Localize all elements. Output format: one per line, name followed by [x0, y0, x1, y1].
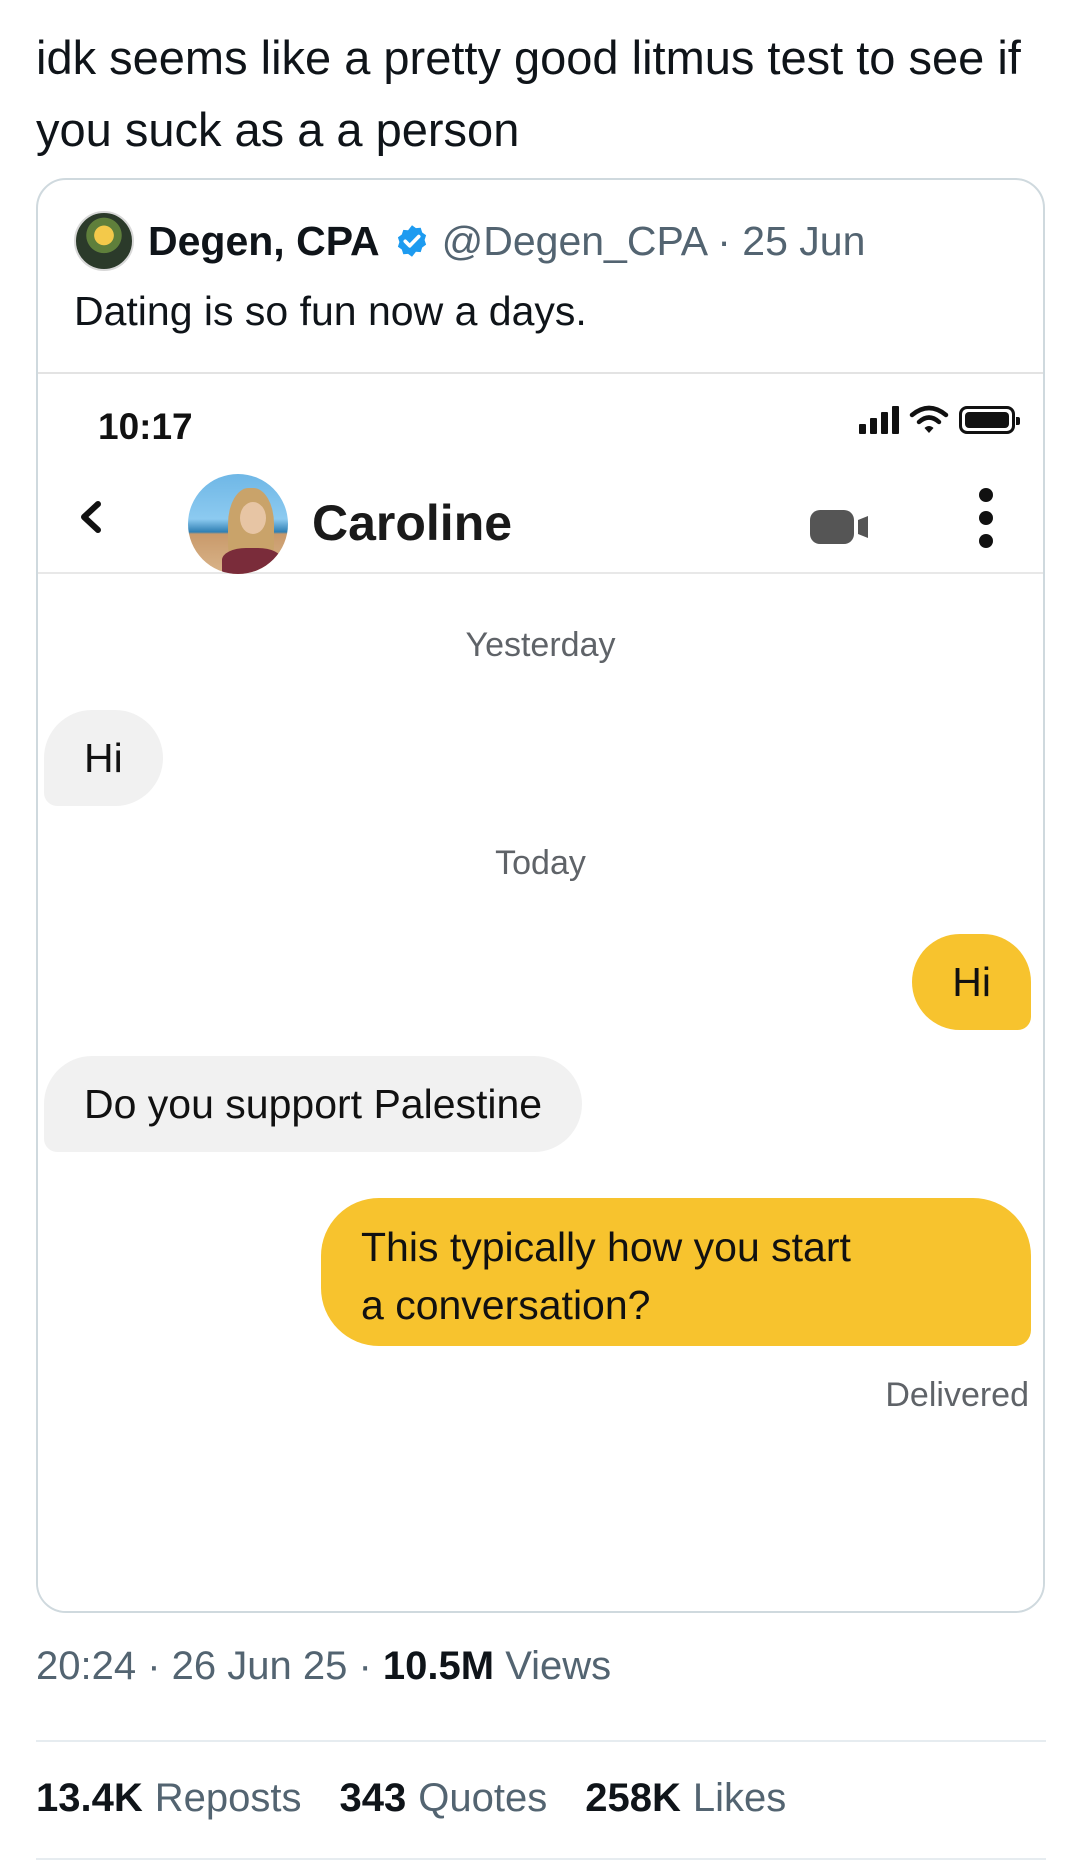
- quoted-tweet-header: Degen, CPA @Degen_CPA · 25 Jun: [74, 210, 865, 272]
- video-call-icon[interactable]: [808, 504, 872, 548]
- likes-count: 258K: [585, 1776, 681, 1820]
- status-bar-time: 10:17: [98, 406, 193, 447]
- battery-icon: [959, 406, 1020, 434]
- tweet-text: idk seems like a pretty good litmus test…: [36, 31, 1021, 156]
- status-bar-icons: [859, 404, 1020, 434]
- quoted-author-name[interactable]: Degen, CPA: [148, 218, 380, 265]
- verified-badge-icon: [397, 225, 426, 257]
- date-separator: Yesterday: [465, 626, 616, 664]
- tweet-meta: 20:24 · 26 Jun 25 · 10.5M Views: [36, 1644, 611, 1689]
- sent-message[interactable]: This typically how you start a conversat…: [321, 1198, 1031, 1346]
- quoted-author-handle-date[interactable]: @Degen_CPA · 25 Jun: [442, 218, 866, 265]
- quoted-tweet-text: Dating is so fun now a days.: [74, 288, 587, 334]
- reposts-label: Reposts: [154, 1776, 302, 1820]
- contact-avatar[interactable]: [188, 474, 288, 574]
- received-message[interactable]: Do you support Palestine: [44, 1056, 583, 1152]
- delivery-status: Delivered: [885, 1376, 1029, 1414]
- contact-name[interactable]: Caroline: [312, 494, 512, 552]
- quoted-tweet-card[interactable]: Degen, CPA @Degen_CPA · 25 Jun Dating is…: [36, 178, 1045, 1613]
- divider: [36, 1740, 1046, 1742]
- date-separator: Today: [495, 844, 586, 882]
- more-vertical-icon[interactable]: [976, 488, 996, 552]
- sent-message[interactable]: Hi: [912, 934, 1031, 1030]
- chat-screenshot-image[interactable]: 10:17 Caroline Yesterday Hi Today Hi Do …: [38, 372, 1043, 1611]
- reposts-stat[interactable]: 13.4K Reposts: [36, 1776, 302, 1821]
- views-label: Views: [505, 1644, 612, 1688]
- likes-stat[interactable]: 258K Likes: [585, 1776, 786, 1821]
- signal-icon: [859, 404, 899, 434]
- views-count: 10.5M: [382, 1644, 495, 1688]
- back-chevron-icon[interactable]: [68, 492, 118, 542]
- reposts-count: 13.4K: [36, 1776, 143, 1820]
- received-message[interactable]: Hi: [44, 710, 163, 806]
- tweet-timestamp[interactable]: 20:24 · 26 Jun 25 ·: [36, 1644, 372, 1688]
- divider: [36, 1858, 1046, 1860]
- wifi-icon: [909, 405, 949, 433]
- quoted-author-avatar[interactable]: [74, 211, 134, 271]
- sent-message-line: a conversation?: [361, 1282, 651, 1328]
- quotes-stat[interactable]: 343 Quotes: [340, 1776, 548, 1821]
- sent-message-line: This typically how you start: [361, 1224, 851, 1270]
- likes-label: Likes: [692, 1776, 787, 1820]
- quotes-label: Quotes: [418, 1776, 548, 1820]
- quotes-count: 343: [339, 1776, 407, 1820]
- chat-header: Caroline: [38, 464, 1043, 574]
- tweet-stats: 13.4K Reposts 343 Quotes 258K Likes: [36, 1776, 786, 1821]
